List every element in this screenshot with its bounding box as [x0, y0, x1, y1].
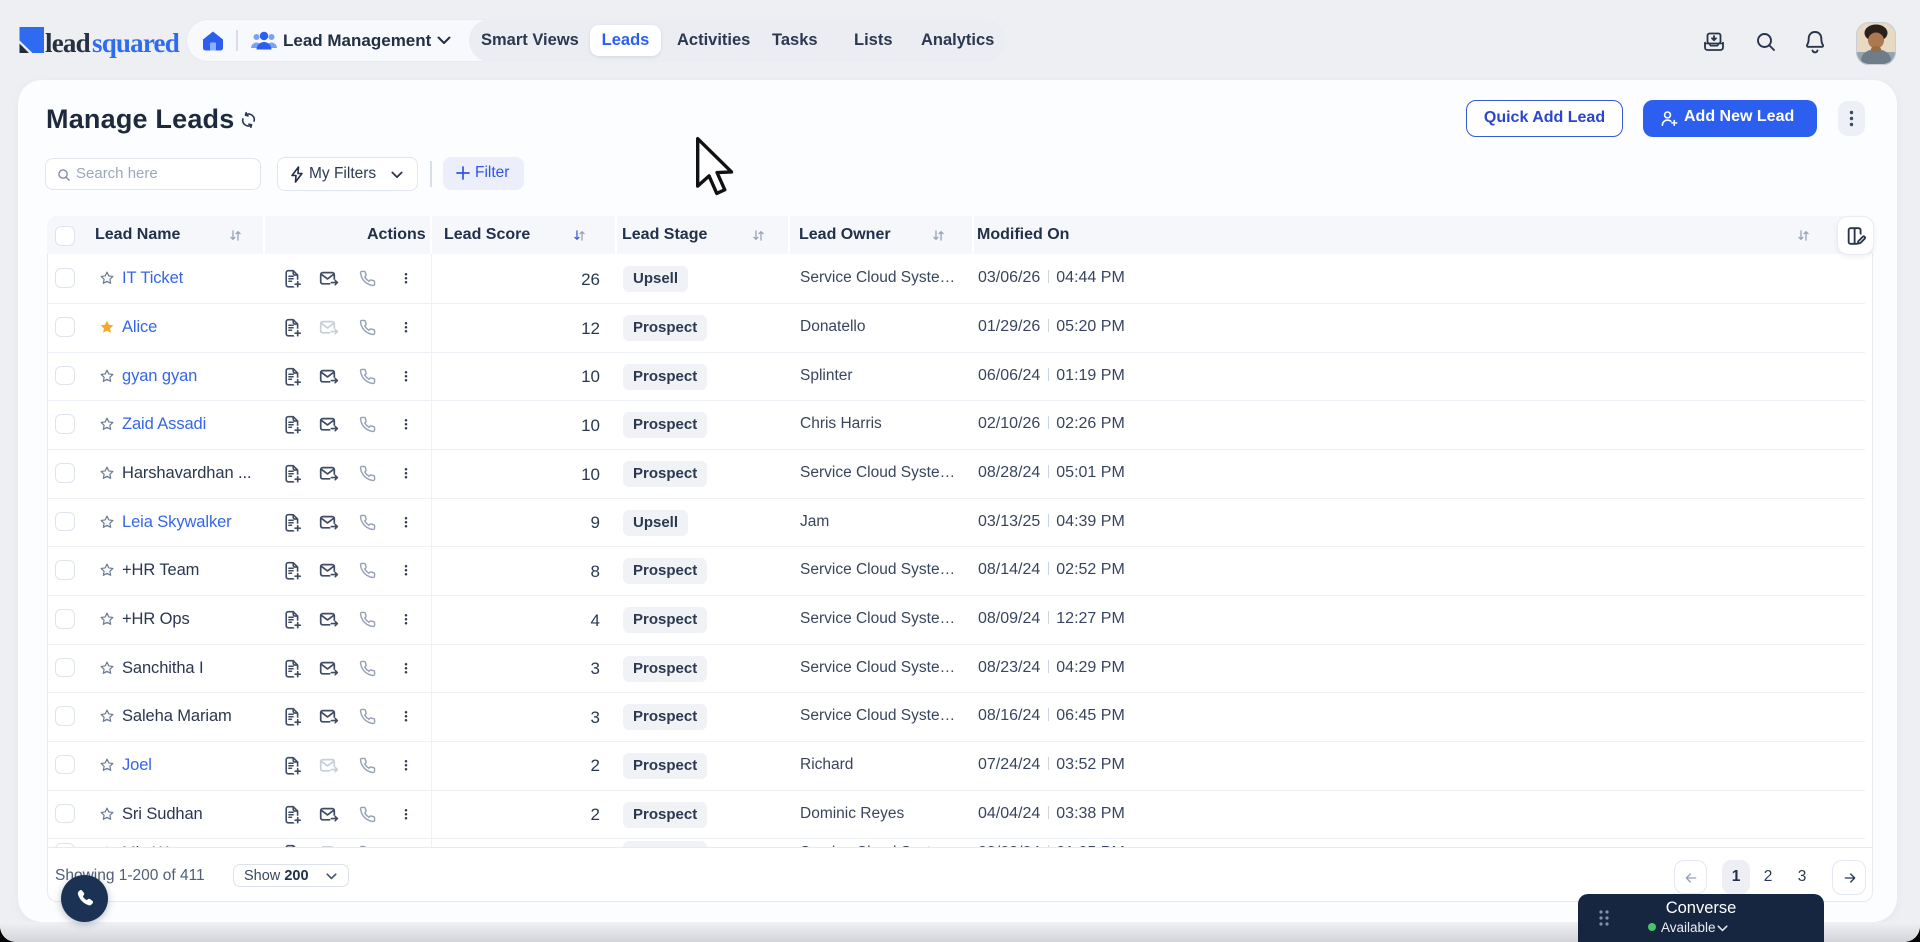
svg-text:squared: squared: [92, 28, 180, 58]
svg-text:lead: lead: [45, 28, 91, 58]
